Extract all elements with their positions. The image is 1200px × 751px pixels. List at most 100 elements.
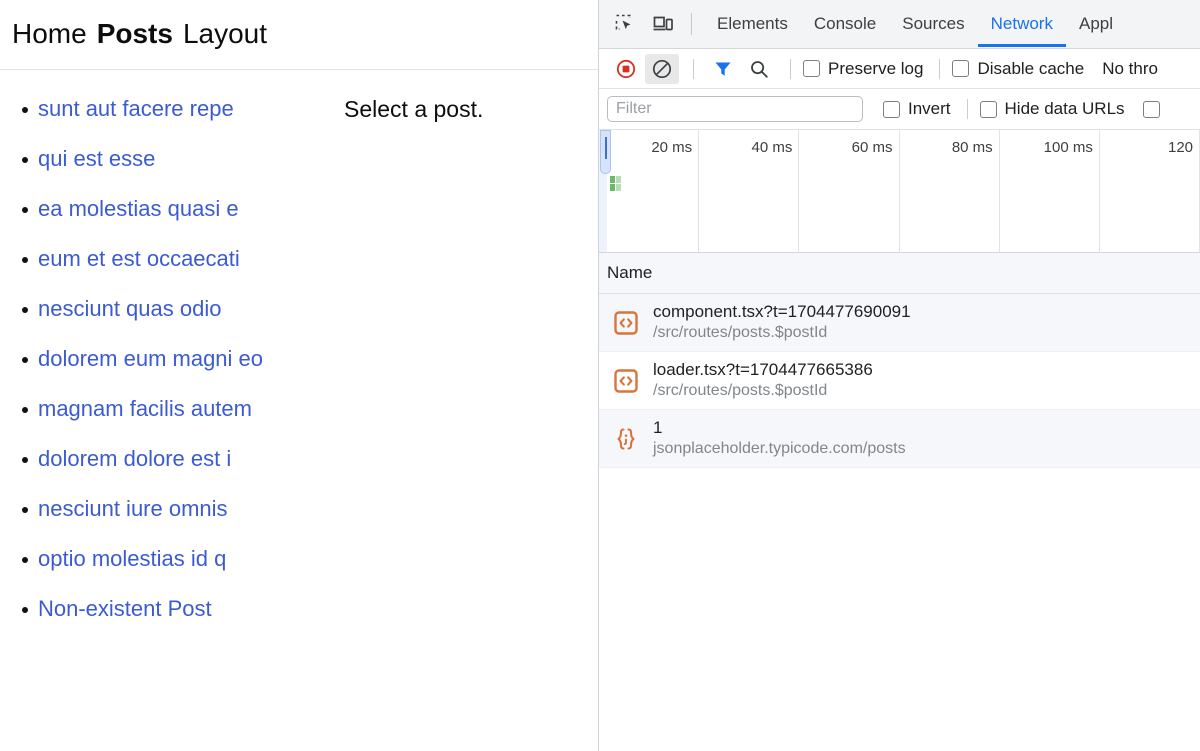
timeline-cell: 100 ms — [1000, 130, 1100, 252]
filter-input[interactable] — [607, 96, 863, 122]
tab-sources[interactable]: Sources — [889, 1, 977, 47]
preserve-log-label: Preserve log — [828, 58, 924, 78]
network-overview-timeline[interactable]: 20 ms 40 ms 60 ms 80 ms 100 ms 120 — [599, 130, 1200, 253]
hide-data-urls-checkbox[interactable]: Hide data URLs — [979, 99, 1125, 119]
row-text-group: 1 jsonplaceholder.typicode.com/posts — [653, 417, 906, 459]
tab-network[interactable]: Network — [977, 1, 1066, 47]
search-icon[interactable] — [742, 54, 776, 84]
timeline-tick-label: 80 ms — [951, 139, 993, 156]
row-text-group: component.tsx?t=1704477690091 /src/route… — [653, 301, 911, 343]
timeline-tick-label: 120 — [1168, 139, 1194, 156]
list-item: sunt aut facere repe — [0, 92, 322, 142]
invert-checkbox[interactable]: Invert — [883, 99, 951, 119]
checkbox-box — [952, 60, 970, 77]
tab-application[interactable]: Appl — [1066, 1, 1126, 47]
devtools-tabbar: Elements Console Sources Network Appl — [599, 0, 1200, 49]
post-link[interactable]: eum et est occaecati — [38, 246, 240, 271]
post-detail-placeholder: Select a post. — [344, 96, 484, 122]
request-path: /src/routes/posts.$postId — [653, 382, 828, 400]
toolbar-divider-2 — [790, 58, 791, 79]
post-link[interactable]: ea molestias quasi e — [38, 196, 239, 221]
table-row[interactable]: loader.tsx?t=1704477665386 /src/routes/p… — [599, 352, 1200, 410]
extra-filter-checkbox[interactable] — [1142, 100, 1160, 118]
network-filterbar: Invert Hide data URLs — [599, 89, 1200, 130]
list-item: magnam facilis autem — [0, 392, 322, 442]
checkbox-box — [803, 60, 820, 77]
timeline-tick-label: 100 ms — [1043, 139, 1093, 156]
list-item: nesciunt quas odio — [0, 292, 322, 342]
site-nav: Home Posts Layout — [0, 0, 598, 70]
network-toolbar: Preserve log Disable cache No thro — [599, 49, 1200, 89]
list-item: qui est esse — [0, 142, 322, 192]
tab-console[interactable]: Console — [801, 1, 889, 47]
row-text-group: loader.tsx?t=1704477665386 /src/routes/p… — [653, 359, 873, 401]
invert-label: Invert — [908, 99, 951, 118]
toolbar-divider-1 — [693, 58, 694, 79]
js-file-icon — [611, 308, 641, 338]
list-item: eum et est occaecati — [0, 242, 322, 292]
devtools-panel: Elements Console Sources Network Appl Pr… — [598, 0, 1200, 751]
timeline-tick-label: 60 ms — [851, 139, 893, 156]
post-link[interactable]: magnam facilis autem — [38, 396, 252, 421]
timeline-ruler: 20 ms 40 ms 60 ms 80 ms 100 ms 120 — [599, 130, 1200, 252]
tabbar-divider — [691, 13, 692, 35]
request-table-header: Name — [599, 253, 1200, 294]
page-content: sunt aut facere repe qui est esse ea mol… — [0, 70, 598, 642]
disable-cache-label: Disable cache — [977, 58, 1085, 78]
post-link[interactable]: sunt aut facere repe — [38, 96, 234, 121]
post-link[interactable]: dolorem eum magni eo — [38, 346, 263, 371]
timeline-cell: 80 ms — [900, 130, 1000, 252]
js-file-icon — [611, 366, 641, 396]
list-item: Non-existent Post — [0, 592, 322, 642]
request-table-body: component.tsx?t=1704477690091 /src/route… — [599, 294, 1200, 751]
timeline-request-bar — [616, 184, 621, 191]
toolbar-divider-3 — [939, 58, 941, 79]
checkbox-box — [883, 100, 900, 118]
preserve-log-checkbox[interactable]: Preserve log — [803, 59, 923, 79]
throttling-dropdown[interactable]: No thro — [1102, 59, 1158, 79]
disable-cache-checkbox[interactable]: Disable cache — [952, 59, 1084, 79]
table-row[interactable]: 1 jsonplaceholder.typicode.com/posts — [599, 410, 1200, 468]
post-list: sunt aut facere repe qui est esse ea mol… — [0, 70, 322, 642]
timeline-tick-label: 40 ms — [751, 139, 793, 156]
column-header-name[interactable]: Name — [607, 263, 652, 283]
timeline-request-bar — [616, 176, 621, 183]
browser-viewport: Home Posts Layout sunt aut facere repe qui… — [0, 0, 598, 751]
list-item: dolorem eum magni eo — [0, 342, 322, 392]
table-row[interactable]: component.tsx?t=1704477690091 /src/route… — [599, 294, 1200, 352]
post-link[interactable]: optio molestias id q — [38, 546, 226, 571]
inspect-element-icon[interactable] — [607, 7, 643, 41]
screen-root: Home Posts Layout sunt aut facere repe qui… — [0, 0, 1200, 751]
request-path: /src/routes/posts.$postId — [653, 324, 828, 342]
timeline-cell: 40 ms — [699, 130, 800, 252]
post-link[interactable]: qui est esse — [38, 146, 155, 171]
filterbar-divider — [966, 99, 968, 119]
nav-link-layout[interactable]: Layout — [183, 18, 267, 49]
timeline-tick-label: 20 ms — [651, 139, 693, 156]
list-item: dolorem dolore est i — [0, 442, 322, 492]
json-file-icon — [611, 424, 641, 454]
post-link[interactable]: nesciunt iure omnis — [38, 496, 228, 521]
request-name: loader.tsx?t=1704477665386 — [653, 360, 873, 380]
nav-link-posts[interactable]: Posts — [97, 18, 173, 49]
post-link[interactable]: dolorem dolore est i — [38, 446, 231, 471]
list-item: nesciunt iure omnis — [0, 492, 322, 542]
timeline-selection-handle[interactable] — [600, 130, 611, 174]
device-toolbar-icon[interactable] — [645, 7, 681, 41]
record-stop-icon[interactable] — [609, 54, 643, 84]
list-item: optio molestias id q — [0, 542, 322, 592]
timeline-request-bar — [610, 184, 615, 191]
post-link[interactable]: Non-existent Post — [38, 596, 212, 621]
list-item: ea molestias quasi e — [0, 192, 322, 242]
nav-link-home[interactable]: Home — [12, 18, 87, 49]
timeline-request-bar — [610, 176, 615, 183]
timeline-cell: 120 — [1100, 130, 1200, 252]
tab-elements[interactable]: Elements — [704, 1, 801, 47]
post-link[interactable]: nesciunt quas odio — [38, 296, 221, 321]
filter-funnel-icon[interactable] — [706, 54, 740, 84]
clear-network-log-icon[interactable] — [645, 53, 679, 84]
checkbox-box — [979, 100, 997, 118]
timeline-cell: 20 ms — [599, 130, 700, 252]
request-name: 1 — [653, 418, 663, 438]
request-path: jsonplaceholder.typicode.com/posts — [653, 440, 906, 458]
